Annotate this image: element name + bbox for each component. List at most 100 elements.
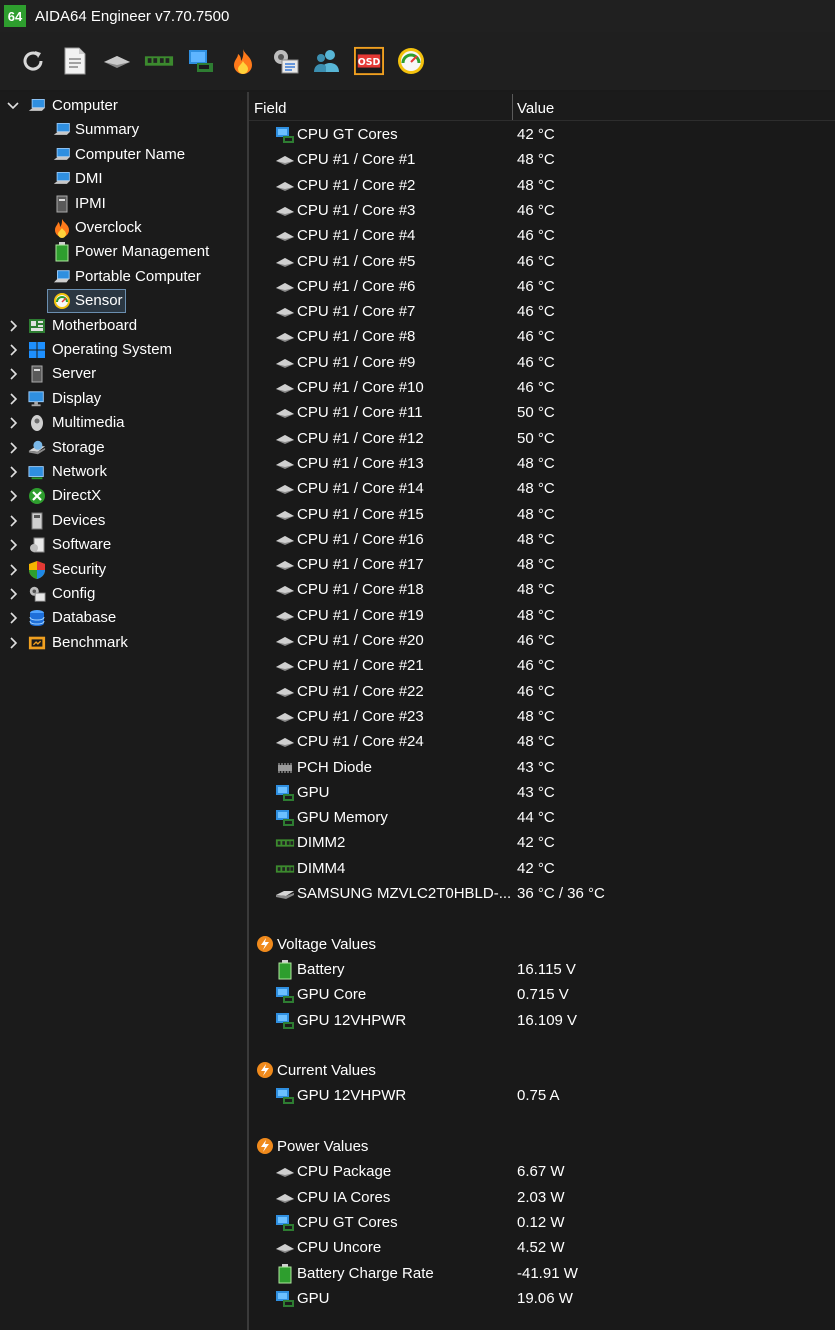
- sensor-row[interactable]: CPU IA Cores 2.03 W: [249, 1185, 835, 1210]
- tree-item-motherboard[interactable]: Motherboard: [0, 314, 247, 338]
- sensor-row[interactable]: CPU #1 / Core #19 48 °C: [249, 603, 835, 628]
- tree-item-power-management[interactable]: Power Management: [0, 240, 247, 264]
- sensor-row[interactable]: CPU #1 / Core #17 48 °C: [249, 552, 835, 577]
- sensor-row[interactable]: CPU #1 / Core #23 48 °C: [249, 704, 835, 729]
- chevron-right-icon[interactable]: [6, 416, 20, 430]
- cpu-chip-icon[interactable]: [102, 46, 132, 76]
- chevron-right-icon[interactable]: [6, 367, 20, 381]
- display-card-icon[interactable]: [186, 46, 216, 76]
- tree-item-ipmi[interactable]: IPMI: [0, 192, 247, 216]
- column-header-field[interactable]: Field: [254, 100, 287, 117]
- sensor-row[interactable]: Battery Charge Rate -41.91 W: [249, 1261, 835, 1286]
- sensor-row[interactable]: CPU #1 / Core #16 48 °C: [249, 527, 835, 552]
- toolbar: OSD: [0, 32, 835, 90]
- sensor-row[interactable]: CPU #1 / Core #7 46 °C: [249, 299, 835, 324]
- chevron-right-icon[interactable]: [6, 563, 20, 577]
- display-icon: [28, 390, 46, 408]
- sensor-row[interactable]: CPU #1 / Core #5 46 °C: [249, 249, 835, 274]
- chevron-down-icon[interactable]: [6, 99, 20, 113]
- tree-item-directx[interactable]: DirectX: [0, 484, 247, 508]
- sensor-row[interactable]: CPU #1 / Core #9 46 °C: [249, 350, 835, 375]
- power-icon: [53, 242, 71, 262]
- gpu-icon: [275, 809, 295, 827]
- memory-icon[interactable]: [144, 46, 174, 76]
- tree-item-security[interactable]: Security: [0, 558, 247, 582]
- tree-item-software[interactable]: Software: [0, 533, 247, 557]
- tree-item-operating-system[interactable]: Operating System: [0, 338, 247, 362]
- sensor-row[interactable]: DIMM4 42 °C: [249, 856, 835, 881]
- sensor-row[interactable]: CPU GT Cores 0.12 W: [249, 1210, 835, 1235]
- tree-item-devices[interactable]: Devices: [0, 509, 247, 533]
- tree-item-sensor[interactable]: Sensor: [0, 289, 247, 314]
- tree-item-dmi[interactable]: DMI: [0, 167, 247, 191]
- sensor-row[interactable]: CPU #1 / Core #13 48 °C: [249, 451, 835, 476]
- chevron-right-icon[interactable]: [6, 441, 20, 455]
- chevron-right-icon[interactable]: [6, 636, 20, 650]
- sensor-row[interactable]: CPU #1 / Core #11 50 °C: [249, 400, 835, 425]
- tree-item-display[interactable]: Display: [0, 387, 247, 411]
- sensor-row[interactable]: GPU 12VHPWR 0.75 A: [249, 1083, 835, 1108]
- directx-icon: [28, 487, 46, 505]
- tree-item-server[interactable]: Server: [0, 362, 247, 386]
- sensor-row[interactable]: CPU #1 / Core #21 46 °C: [249, 653, 835, 678]
- chevron-right-icon[interactable]: [6, 538, 20, 552]
- sensor-row[interactable]: CPU #1 / Core #12 50 °C: [249, 426, 835, 451]
- column-separator[interactable]: [512, 94, 513, 120]
- sensor-row[interactable]: GPU 43 °C: [249, 780, 835, 805]
- chevron-right-icon[interactable]: [6, 319, 20, 333]
- chevron-right-icon[interactable]: [6, 587, 20, 601]
- sensor-row[interactable]: CPU Package 6.67 W: [249, 1159, 835, 1184]
- sensor-gauge-icon[interactable]: [396, 46, 426, 76]
- sensor-row[interactable]: GPU Core 0.715 V: [249, 982, 835, 1007]
- tree-item-benchmark[interactable]: Benchmark: [0, 631, 247, 655]
- users-icon[interactable]: [312, 46, 342, 76]
- tree-item-storage[interactable]: Storage: [0, 436, 247, 460]
- chevron-right-icon[interactable]: [6, 343, 20, 357]
- sensor-row[interactable]: SAMSUNG MZVLC2T0HBLD-... 36 °C / 36 °C: [249, 881, 835, 906]
- tree-item-database[interactable]: Database: [0, 606, 247, 630]
- config-icon[interactable]: [270, 46, 300, 76]
- tree-item-computer[interactable]: Computer: [0, 94, 247, 118]
- sensor-row[interactable]: GPU 19.06 W: [249, 1286, 835, 1311]
- osd-icon[interactable]: OSD: [354, 46, 384, 76]
- sensor-row[interactable]: CPU #1 / Core #6 46 °C: [249, 274, 835, 299]
- lightning-icon: [256, 1137, 274, 1155]
- tree-item-portable-computer[interactable]: Portable Computer: [0, 265, 247, 289]
- report-icon[interactable]: [60, 46, 90, 76]
- sensor-row[interactable]: GPU 12VHPWR 16.109 V: [249, 1008, 835, 1033]
- sensor-row[interactable]: CPU #1 / Core #4 46 °C: [249, 223, 835, 248]
- chevron-right-icon[interactable]: [6, 611, 20, 625]
- sensor-row[interactable]: GPU Memory 44 °C: [249, 805, 835, 830]
- sensor-row[interactable]: CPU #1 / Core #2 48 °C: [249, 173, 835, 198]
- sensor-row[interactable]: PCH Diode 43 °C: [249, 755, 835, 780]
- cpu-icon: [275, 354, 295, 372]
- tree-item-overclock[interactable]: Overclock: [0, 216, 247, 240]
- tree-item-summary[interactable]: Summary: [0, 118, 247, 142]
- refresh-icon[interactable]: [18, 46, 48, 76]
- sensor-row[interactable]: CPU Uncore 4.52 W: [249, 1235, 835, 1260]
- sensor-row[interactable]: Battery 16.115 V: [249, 957, 835, 982]
- sensor-row[interactable]: CPU #1 / Core #3 46 °C: [249, 198, 835, 223]
- chevron-right-icon[interactable]: [6, 489, 20, 503]
- column-header-value[interactable]: Value: [517, 100, 554, 117]
- sensor-row[interactable]: CPU #1 / Core #18 48 °C: [249, 577, 835, 602]
- sensor-row[interactable]: CPU #1 / Core #15 48 °C: [249, 502, 835, 527]
- sensor-row[interactable]: CPU #1 / Core #20 46 °C: [249, 628, 835, 653]
- sensor-row[interactable]: CPU #1 / Core #14 48 °C: [249, 476, 835, 501]
- sensor-row[interactable]: CPU #1 / Core #22 46 °C: [249, 679, 835, 704]
- sensor-row[interactable]: CPU #1 / Core #1 48 °C: [249, 147, 835, 172]
- chevron-right-icon[interactable]: [6, 392, 20, 406]
- sensor-row[interactable]: CPU #1 / Core #24 48 °C: [249, 729, 835, 754]
- cpu-icon: [275, 683, 295, 701]
- sensor-row[interactable]: CPU #1 / Core #8 46 °C: [249, 324, 835, 349]
- tree-item-config[interactable]: Config: [0, 582, 247, 606]
- chevron-right-icon[interactable]: [6, 514, 20, 528]
- chevron-right-icon[interactable]: [6, 465, 20, 479]
- tree-item-network[interactable]: Network: [0, 460, 247, 484]
- sensor-row[interactable]: CPU #1 / Core #10 46 °C: [249, 375, 835, 400]
- tree-item-computer-name[interactable]: Computer Name: [0, 143, 247, 167]
- sensor-row[interactable]: CPU GT Cores 42 °C: [249, 122, 835, 147]
- tree-item-multimedia[interactable]: Multimedia: [0, 411, 247, 435]
- overclock-flame-icon[interactable]: [228, 46, 258, 76]
- sensor-row[interactable]: DIMM2 42 °C: [249, 830, 835, 855]
